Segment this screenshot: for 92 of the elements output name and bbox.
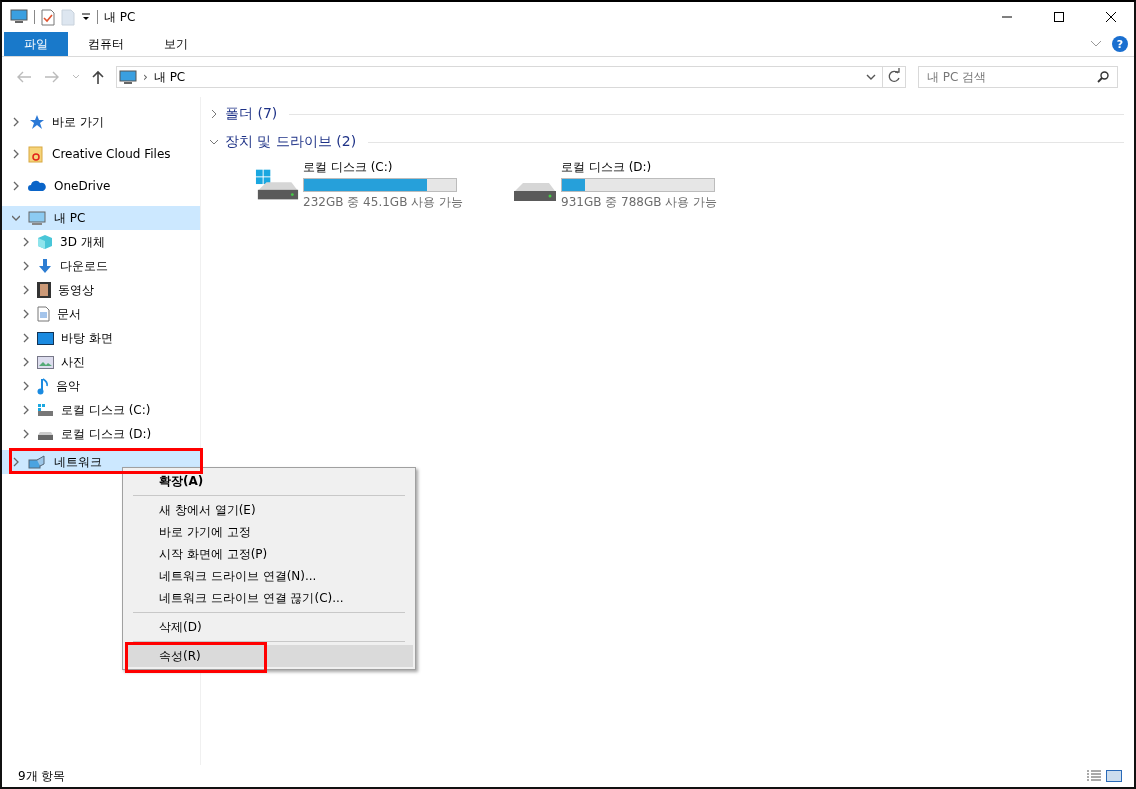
drive-space: 931GB 중 788GB 사용 가능 (561, 194, 719, 211)
collapsed-chevron-icon[interactable] (22, 357, 30, 367)
ribbon-tab[interactable]: 컴퓨터 (68, 32, 144, 56)
menu-item[interactable]: 삭제(D) (125, 616, 413, 638)
expanded-chevron-icon (209, 137, 219, 147)
tree-label: Creative Cloud Files (52, 147, 171, 161)
ribbon-tab[interactable]: 보기 (144, 32, 208, 56)
menu-item[interactable]: 속성(R) (125, 645, 413, 667)
folder-icon (28, 145, 44, 163)
tree-item[interactable]: 로컬 디스크 (C:) (2, 398, 200, 422)
tree-item[interactable]: 동영상 (2, 278, 200, 302)
properties-icon[interactable] (41, 8, 55, 26)
collapsed-chevron-icon[interactable] (22, 429, 30, 439)
address-bar[interactable]: › 내 PC (116, 66, 906, 88)
cloud-icon (28, 180, 46, 192)
menu-item[interactable]: 바로 가기에 고정 (125, 521, 413, 543)
dropdown-icon[interactable] (81, 12, 91, 22)
cube-icon (37, 234, 53, 250)
tree-item[interactable]: 로컬 디스크 (D:) (2, 422, 200, 446)
drive-name: 로컬 디스크 (C:) (303, 159, 394, 176)
search-icon (1097, 71, 1109, 83)
tree-item[interactable]: 바탕 화면 (2, 326, 200, 350)
tree-item[interactable]: 바로 가기 (2, 110, 200, 134)
chevron-icon[interactable] (1090, 40, 1102, 48)
drive-tile[interactable]: 로컬 디스크 (D:) 931GB 중 788GB 사용 가능 (511, 159, 719, 211)
collapsed-chevron-icon[interactable] (22, 285, 30, 295)
collapsed-chevron-icon (209, 109, 219, 119)
drive-icon (511, 182, 557, 202)
menu-item[interactable]: 네트워크 드라이브 연결(N)... (125, 565, 413, 587)
tree-item[interactable]: Creative Cloud Files (2, 142, 200, 166)
network-icon (28, 454, 46, 470)
drive-space: 232GB 중 45.1GB 사용 가능 (303, 194, 463, 211)
tree-label: 네트워크 (54, 453, 102, 471)
drive-icon (37, 403, 54, 417)
breadcrumb-separator: › (143, 70, 148, 84)
image-icon (37, 355, 54, 369)
tree-item[interactable]: 음악 (2, 374, 200, 398)
menu-item[interactable]: 시작 화면에 고정(P) (125, 543, 413, 565)
tree-label: OneDrive (54, 179, 111, 193)
breadcrumb-item[interactable]: 내 PC (153, 68, 186, 86)
item-count: 9개 항목 (18, 767, 66, 785)
group-header[interactable]: 폴더 (7) (209, 103, 1124, 125)
collapsed-chevron-icon[interactable] (22, 333, 30, 343)
tree-label: 동영상 (58, 281, 94, 299)
document-icon (37, 306, 50, 322)
large-icons-view-icon[interactable] (1106, 770, 1122, 782)
computer-icon (28, 210, 46, 226)
tree-label: 다운로드 (60, 257, 108, 275)
tree-label: 바탕 화면 (61, 329, 113, 347)
dropdown-icon[interactable] (866, 73, 876, 81)
collapsed-chevron-icon[interactable] (22, 405, 30, 415)
tree-label: 3D 개체 (60, 233, 105, 251)
drive-name: 로컬 디스크 (D:) (561, 159, 653, 176)
collapsed-chevron-icon[interactable] (22, 261, 30, 271)
down-arrow-icon (37, 258, 53, 274)
tree-label: 문서 (57, 305, 81, 323)
computer-icon[interactable] (10, 9, 28, 25)
collapsed-chevron-icon[interactable] (12, 117, 20, 127)
star-icon (28, 114, 44, 130)
tree-label: 음악 (56, 377, 80, 395)
group-header[interactable]: 장치 및 드라이브 (2) (209, 131, 1124, 153)
up-arrow-icon[interactable] (92, 70, 104, 84)
expanded-chevron-icon[interactable] (12, 213, 20, 223)
help-button[interactable]: ? (1112, 36, 1128, 52)
ribbon-tab[interactable]: 파일 (4, 32, 68, 56)
desktop-icon (37, 331, 54, 345)
tree-label: 내 PC (54, 209, 86, 227)
film-icon (37, 282, 51, 298)
collapsed-chevron-icon[interactable] (22, 237, 30, 247)
drive-tile[interactable]: 로컬 디스크 (C:) 232GB 중 45.1GB 사용 가능 (255, 159, 463, 211)
tree-label: 사진 (61, 353, 85, 371)
tree-item[interactable]: 내 PC (2, 206, 200, 230)
tree-item[interactable]: 3D 개체 (2, 230, 200, 254)
tree-label: 바로 가기 (52, 113, 104, 131)
tree-label: 로컬 디스크 (C:) (61, 401, 151, 419)
menu-item[interactable]: 새 창에서 열기(E) (125, 499, 413, 521)
search-field[interactable]: 내 PC 검색 (918, 66, 1118, 88)
collapsed-chevron-icon[interactable] (22, 309, 30, 319)
window-title: 내 PC (104, 8, 136, 26)
tree-item[interactable]: 사진 (2, 350, 200, 374)
collapsed-chevron-icon[interactable] (12, 181, 20, 191)
tree-item[interactable]: 문서 (2, 302, 200, 326)
collapsed-chevron-icon[interactable] (12, 149, 20, 159)
tree-item[interactable]: 다운로드 (2, 254, 200, 278)
menu-item[interactable]: 네트워크 드라이브 연결 끊기(C)... (125, 587, 413, 609)
tree-item[interactable]: OneDrive (2, 174, 200, 198)
computer-icon (119, 69, 137, 85)
music-note-icon (37, 377, 49, 395)
collapsed-chevron-icon[interactable] (22, 381, 30, 391)
tree-label: 로컬 디스크 (D:) (61, 425, 152, 443)
collapsed-chevron-icon[interactable] (12, 457, 20, 467)
drive-icon (255, 168, 300, 202)
